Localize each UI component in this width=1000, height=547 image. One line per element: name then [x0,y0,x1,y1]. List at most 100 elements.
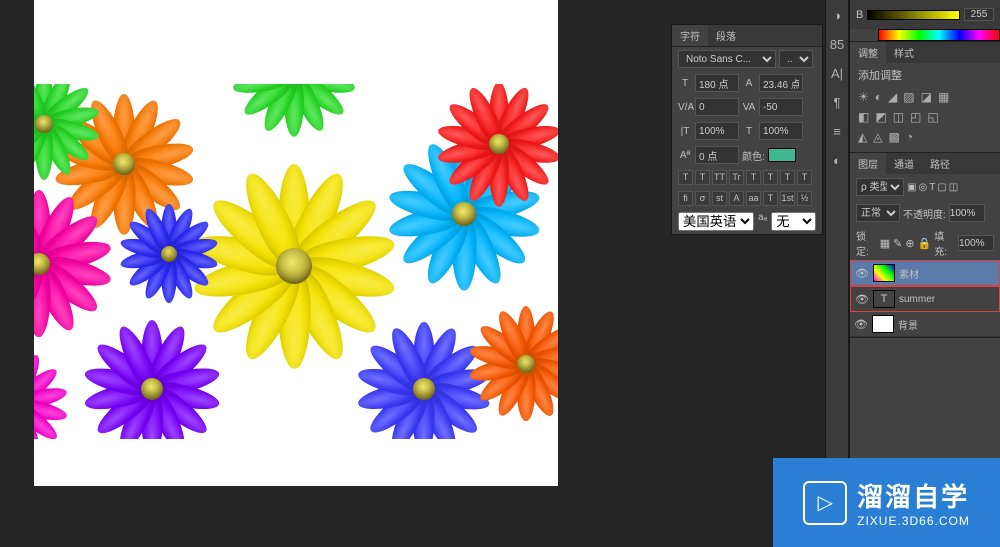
layer-item-summer[interactable]: 👁Tsummer [850,286,1000,312]
vscale-input[interactable] [695,122,739,140]
adjustment-icon-row3-2[interactable]: ▩ [888,130,899,144]
char-style-btn-style_buttons_1-4[interactable]: T [746,170,761,185]
char-style-btn-style_buttons_1-1[interactable]: T [695,170,710,185]
adjustment-icon-row3-3[interactable]: ◔ [906,130,913,144]
char-style-btn-style_buttons_1-7[interactable]: T [797,170,812,185]
watermark-url: ZIXUE.3D66.COM [857,514,970,528]
font-style-select[interactable]: ... [779,50,813,68]
char-style-btn-style_buttons_1-2[interactable]: TT [712,170,727,185]
adjustment-icon-row1-3[interactable]: ▨ [903,90,914,104]
hscale-input[interactable] [759,122,803,140]
adjustment-icon-row1-0[interactable]: ☀ [858,90,869,104]
char-style-btn-style_buttons_2-5[interactable]: T [763,191,778,206]
hscale-icon: T [742,126,756,137]
font-size-icon: T [678,78,692,89]
text-color-swatch[interactable] [768,148,796,162]
strip-icon-0[interactable]: ◑ [833,8,841,23]
adjustments-title: 添加调整 [850,63,1000,87]
strip-icon-5[interactable]: ◐ [833,153,841,168]
color-value-input[interactable] [964,8,994,21]
char-style-btn-style_buttons_2-1[interactable]: σ [695,191,710,206]
adjustment-icon-row3-0[interactable]: ◭ [858,130,867,144]
adjustment-icon-row2-1[interactable]: ◩ [875,110,886,124]
aa-label: aₐ [758,212,767,231]
layer-thumbnail [873,264,895,282]
adjustment-icon-row1-2[interactable]: ◢ [888,90,897,104]
char-style-btn-style_buttons_1-0[interactable]: T [678,170,693,185]
kerning-input[interactable] [695,98,739,116]
strip-icon-2[interactable]: A| [831,66,843,81]
strip-icon-4[interactable]: ≡ [833,124,841,139]
adjustment-icon-row2-4[interactable]: ◱ [927,110,938,124]
layer-filter-icon-0[interactable]: ▣ [907,182,916,193]
layer-item-背景[interactable]: 👁背景 [850,312,1000,337]
layer-filter-icon-3[interactable]: ▢ [937,182,946,193]
layer-filter-icon-1[interactable]: ◎ [918,182,927,193]
strip-icon-1[interactable]: 85 [830,37,844,52]
canvas-area [0,0,575,547]
lock-label: 锁定: [856,228,877,258]
font-size-input[interactable] [695,74,739,92]
tab-paragraph[interactable]: 段落 [708,25,744,46]
tracking-input[interactable] [759,98,803,116]
opacity-label: 不透明度: [903,206,946,221]
adjustment-icon-row2-2[interactable]: ◫ [893,110,904,124]
adjustment-icon-row2-3[interactable]: ◰ [910,110,921,124]
lock-icon-2[interactable]: ⊕ [905,237,914,250]
layer-filter-icon-4[interactable]: ◫ [949,182,958,193]
color-channel-label: B [856,9,863,21]
fill-input[interactable] [958,235,994,251]
lock-icon-1[interactable]: ✎ [893,237,902,250]
layer-kind-select[interactable]: ρ 类型 [856,178,904,196]
watermark-title: 溜溜自学 [857,477,970,514]
play-icon: ▷ [803,481,847,525]
lock-icon-3[interactable]: 🔒 [918,237,932,250]
adjustment-icon-row1-5[interactable]: ▦ [938,90,949,104]
tab-styles[interactable]: 样式 [886,42,922,63]
language-select[interactable]: 美国英语 [678,212,754,231]
baseline-icon: Aª [678,150,692,161]
char-style-btn-style_buttons_2-6[interactable]: 1st [780,191,795,206]
lock-icon-0[interactable]: ▦ [880,237,890,250]
adjustment-icon-row2-0[interactable]: ◧ [858,110,869,124]
tab-paths[interactable]: 路径 [922,153,958,174]
fill-label: 填充: [934,228,955,258]
adjustment-icon-row3-1[interactable]: ◬ [873,130,882,144]
aa-select[interactable]: 无 [771,212,816,231]
char-style-btn-style_buttons_2-4[interactable]: aa [746,191,761,206]
visibility-toggle[interactable]: 👁 [855,293,869,306]
baseline-input[interactable] [695,146,739,164]
tab-channels[interactable]: 通道 [886,153,922,174]
char-style-btn-style_buttons_1-6[interactable]: T [780,170,795,185]
leading-icon: A [742,78,756,89]
document[interactable] [34,0,558,486]
adjustment-icon-row1-1[interactable]: ◐ [875,90,882,104]
watermark: ▷ 溜溜自学 ZIXUE.3D66.COM [773,458,1000,547]
font-family-select[interactable]: Noto Sans C... [678,50,776,68]
adjustment-icon-row1-4[interactable]: ◪ [921,90,932,104]
tab-adjustments[interactable]: 调整 [850,42,886,63]
layer-item-素材[interactable]: 👁 素材 [850,260,1000,286]
panel-icon-strip: ◑ 85 A| ¶ ≡ ◐ [825,0,849,460]
layer-name-label: 素材 [899,266,919,281]
color-label: 颜色: [742,148,765,163]
opacity-input[interactable] [949,204,985,222]
kerning-icon: V/A [678,102,692,113]
tab-layers[interactable]: 图层 [850,153,886,174]
leading-input[interactable] [759,74,803,92]
blend-mode-select[interactable]: 正常 [856,204,900,222]
char-style-btn-style_buttons_2-0[interactable]: fi [678,191,693,206]
strip-icon-3[interactable]: ¶ [834,95,841,110]
layer-filter-icon-2[interactable]: T [929,182,935,193]
vscale-icon: |T [678,126,692,137]
tab-character[interactable]: 字符 [672,25,708,46]
char-style-btn-style_buttons_1-3[interactable]: Tr [729,170,744,185]
color-slider[interactable] [867,10,960,20]
char-style-btn-style_buttons_2-3[interactable]: A [729,191,744,206]
char-style-btn-style_buttons_1-5[interactable]: T [763,170,778,185]
visibility-toggle[interactable]: 👁 [855,267,869,280]
visibility-toggle[interactable]: 👁 [854,318,868,331]
spectrum-bar[interactable] [878,29,1000,41]
char-style-btn-style_buttons_2-2[interactable]: st [712,191,727,206]
char-style-btn-style_buttons_2-7[interactable]: ½ [797,191,812,206]
